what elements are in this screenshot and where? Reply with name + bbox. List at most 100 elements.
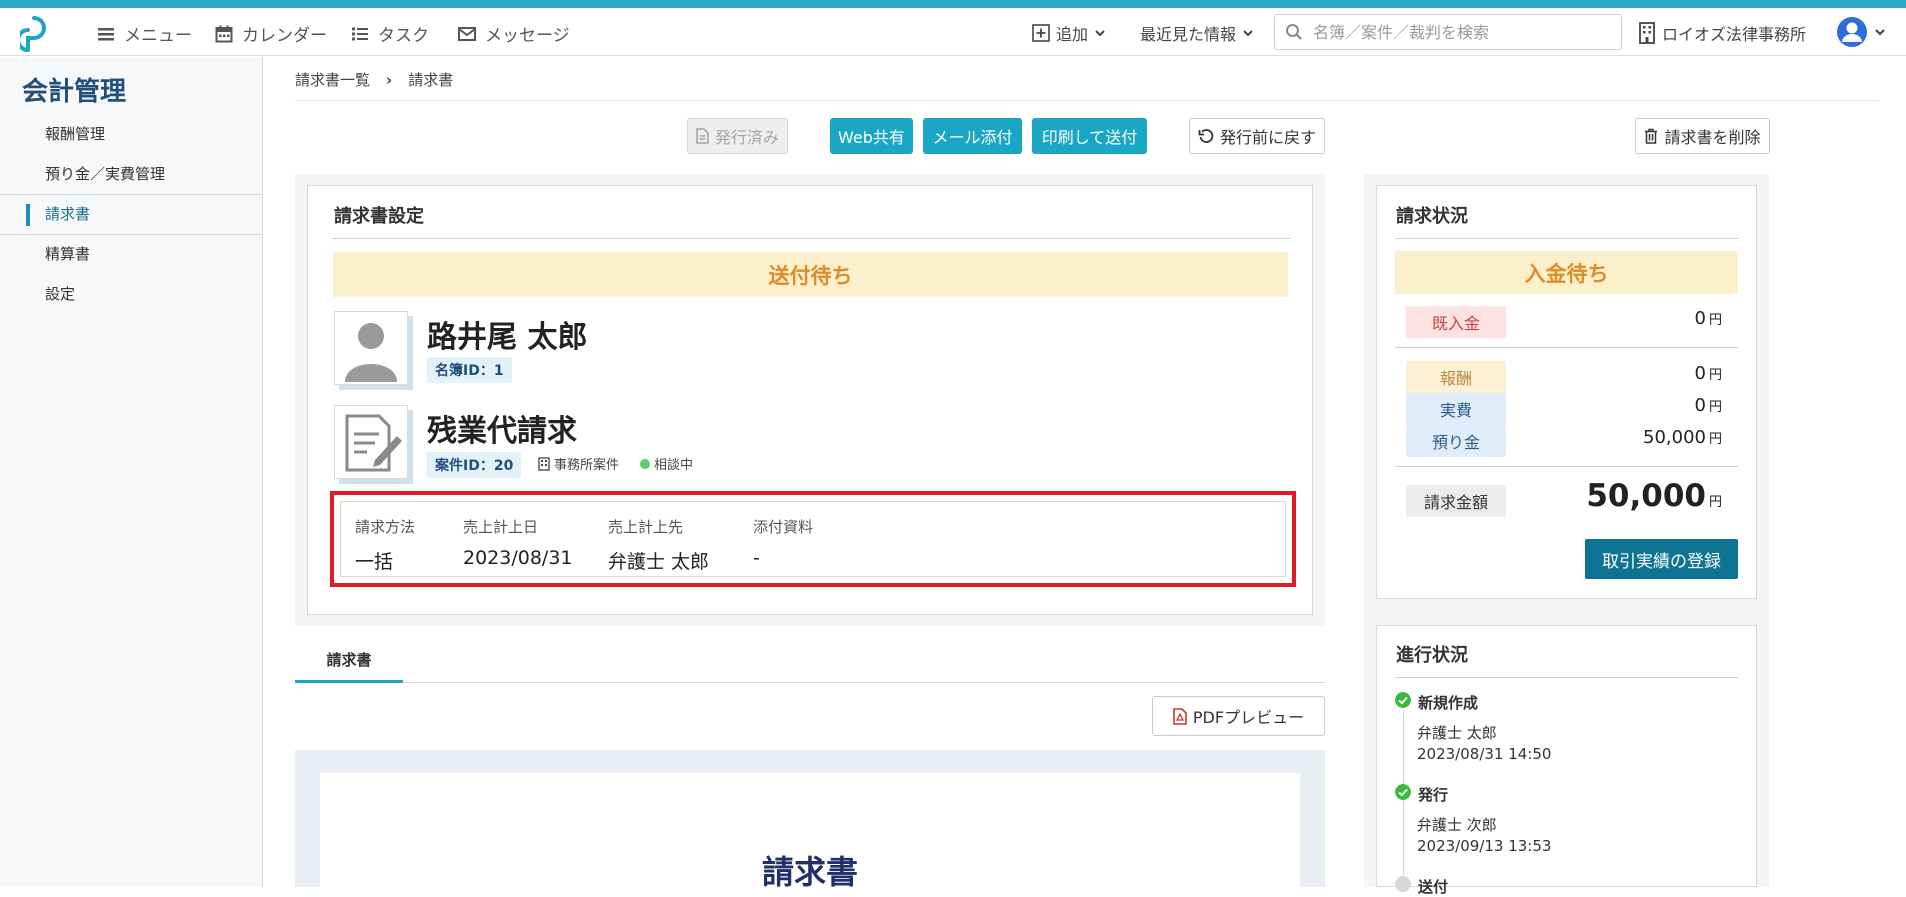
case-name[interactable]: 残業代請求 [427, 406, 577, 450]
chevron-down-icon [1243, 30, 1253, 37]
chevron-down-icon [1875, 29, 1885, 36]
card-divider [1395, 238, 1738, 239]
info-value: 一括 [355, 551, 394, 573]
document-pen-icon [345, 414, 402, 472]
tab-active-underline [295, 680, 403, 683]
pdf-preview-button[interactable]: PDFプレビュー [1152, 696, 1325, 736]
info-value: - [753, 547, 760, 569]
nav-task-label: タスク [378, 26, 429, 46]
building-icon [538, 456, 550, 471]
card-divider [1395, 347, 1738, 348]
check-circle-icon [1395, 784, 1411, 800]
info-attachments: 添付資料 - [753, 516, 813, 569]
delete-invoice-button[interactable]: 請求書を削除 [1635, 118, 1770, 154]
sidebar: 会計管理 報酬管理 預り金／実費管理 請求書 精算書 設定 [0, 57, 263, 887]
web-share-label: Web共有 [838, 128, 905, 147]
hamburger-icon [98, 27, 114, 40]
add-dropdown[interactable]: 追加 [1032, 21, 1106, 45]
person-silhouette-icon [345, 323, 397, 382]
case-type-label: 事務所案件 [554, 458, 620, 473]
search-input[interactable] [1311, 21, 1615, 43]
document-icon [696, 128, 709, 144]
billing-status-title: 請求状況 [1396, 206, 1468, 227]
sidebar-item-invoice[interactable]: 請求書 [45, 203, 90, 224]
issued-label: 発行済み [714, 128, 779, 147]
info-value: 弁護士 太郎 [608, 551, 710, 573]
search-box[interactable] [1274, 14, 1622, 50]
card-divider [332, 238, 1290, 239]
info-sales-date: 売上計上日 2023/08/31 [463, 516, 573, 569]
nav-task[interactable]: タスク [350, 21, 429, 46]
chevron-down-icon [1095, 30, 1105, 37]
client-id-badge: 名簿ID：1 [427, 357, 512, 383]
breadcrumb-parent-link[interactable]: 請求書一覧 [295, 69, 370, 90]
list-icon [352, 27, 368, 40]
issued-button[interactable]: 発行済み [687, 118, 788, 154]
top-accent-stripe [0, 0, 1906, 8]
user-menu[interactable] [1836, 16, 1886, 48]
print-send-button[interactable]: 印刷して送付 [1032, 118, 1147, 154]
nav-menu[interactable]: メニュー [96, 21, 192, 46]
info-label: 売上計上先 [608, 518, 684, 536]
deposit-label-badge: 預り金 [1406, 425, 1506, 457]
calendar-icon [215, 25, 233, 42]
nav-message[interactable]: メッセージ [457, 21, 570, 46]
progress-title: 進行状況 [1396, 645, 1468, 666]
nav-message-label: メッセージ [485, 26, 570, 46]
invoice-settings-title: 請求書設定 [334, 206, 424, 227]
envelope-icon [458, 26, 476, 41]
sidebar-item-fees[interactable]: 報酬管理 [45, 123, 105, 144]
case-type: 事務所案件 [538, 454, 619, 473]
nav-calendar-label: カレンダー [242, 26, 327, 46]
revert-button[interactable]: 発行前に戻す [1189, 118, 1325, 154]
amount-value: 0 [1694, 395, 1706, 416]
breadcrumb: 請求書一覧 › 請求書 [295, 69, 453, 90]
paid-label-badge: 既入金 [1406, 306, 1506, 338]
sidebar-divider [0, 194, 262, 195]
sidebar-item-settings[interactable]: 設定 [45, 283, 75, 304]
info-value: 2023/08/31 [463, 547, 573, 569]
sidebar-item-settlement[interactable]: 精算書 [45, 243, 90, 264]
client-avatar [334, 311, 408, 385]
register-transaction-button[interactable]: 取引実績の登録 [1585, 539, 1738, 579]
breadcrumb-current: 請求書 [408, 71, 454, 89]
client-name[interactable]: 路井尾 太郎 [427, 312, 587, 356]
web-share-button[interactable]: Web共有 [830, 118, 913, 154]
info-label: 売上計上日 [463, 518, 539, 536]
print-send-label: 印刷して送付 [1041, 128, 1138, 147]
app-logo[interactable] [20, 14, 60, 54]
recent-dropdown[interactable]: 最近見た情報 [1140, 21, 1254, 45]
revert-label: 発行前に戻す [1219, 128, 1316, 147]
currency-unit: 円 [1708, 368, 1722, 383]
sidebar-divider [0, 234, 262, 235]
mail-attach-button[interactable]: メール添付 [923, 118, 1022, 154]
fee-amount: 0円 [1560, 363, 1722, 384]
nav-calendar[interactable]: カレンダー [214, 21, 327, 46]
pending-circle-icon [1395, 876, 1411, 892]
pdf-file-icon [1173, 707, 1187, 725]
tab-invoice[interactable]: 請求書 [295, 649, 403, 683]
org-selector[interactable]: ロイオズ法律事務所 [1638, 21, 1806, 45]
tab-bar-line [295, 682, 1325, 683]
sidebar-item-deposits[interactable]: 預り金／実費管理 [45, 163, 165, 184]
info-billing-method: 請求方法 一括 [355, 516, 415, 574]
info-label: 請求方法 [355, 518, 416, 536]
step-time: 2023/09/13 13:53 [1417, 837, 1552, 855]
card-divider [1395, 677, 1738, 678]
step-user: 弁護士 次郎 [1417, 816, 1497, 834]
currency-unit: 円 [1708, 313, 1722, 328]
status-banner-awaiting-payment: 入金待ち [1395, 251, 1738, 294]
invoice-info-panel: 請求方法 一括 売上計上日 2023/08/31 売上計上先 弁護士 太郎 添付… [340, 501, 1286, 577]
case-status: 相談中 [640, 454, 693, 473]
status-banner-pending-send: 送付待ち [333, 252, 1288, 297]
case-status-label: 相談中 [654, 458, 694, 473]
card-divider [1395, 466, 1738, 467]
recent-label: 最近見た情報 [1140, 25, 1237, 44]
top-navbar: メニュー カレンダー タスク メッセージ 追加 最近見た情報 ロイオズ法律事務所 [0, 8, 1906, 56]
expense-label-badge: 実費 [1406, 393, 1506, 425]
amount-value: 50,000 [1643, 427, 1706, 448]
invoice-preview-title: 請求書 [761, 853, 858, 891]
case-avatar [334, 405, 408, 479]
mail-attach-label: メール添付 [932, 128, 1013, 147]
deposit-amount: 50,000 円 [1560, 427, 1722, 448]
